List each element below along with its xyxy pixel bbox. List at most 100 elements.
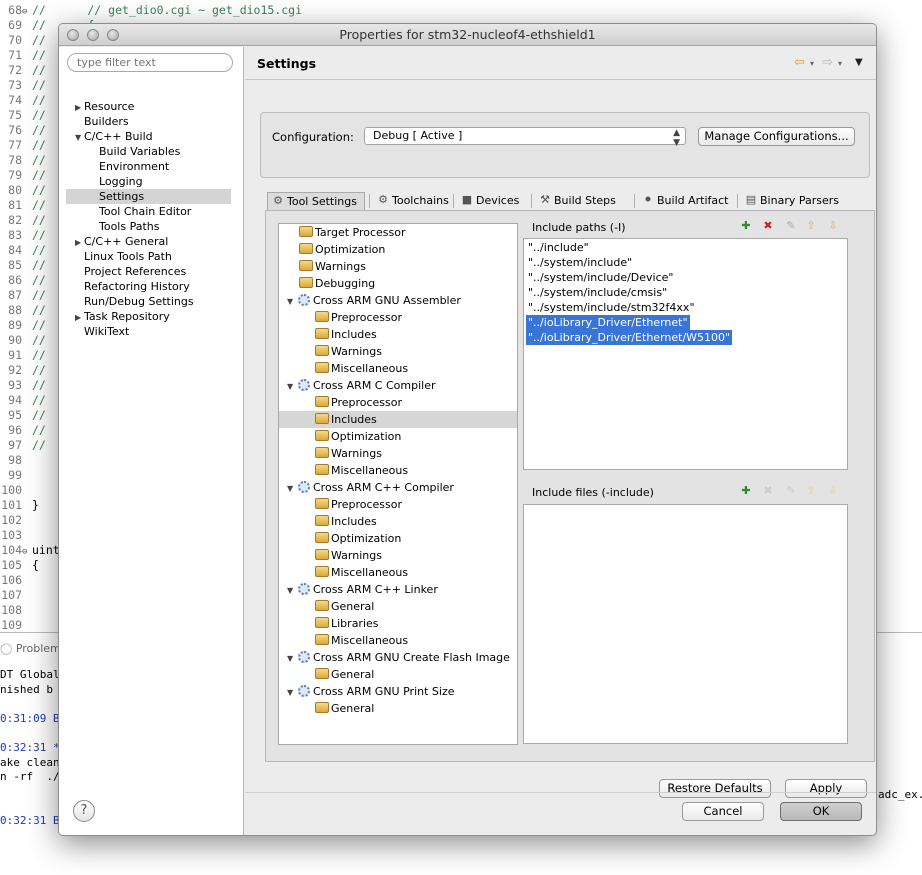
tree-item[interactable]: Includes	[315, 513, 377, 530]
tree-item[interactable]: ▼ Cross ARM GNU Create Flash Image	[287, 649, 510, 666]
add-icon[interactable]: ✚	[739, 484, 753, 498]
collapse-triangle-icon[interactable]: ▼	[287, 684, 298, 701]
manage-configurations-button[interactable]: Manage Configurations...	[698, 127, 855, 146]
tree-item-label: Includes	[331, 413, 377, 426]
tree-item[interactable]: General	[315, 598, 374, 615]
nav-item[interactable]: Run/Debug Settings	[75, 294, 194, 309]
move-up-icon[interactable]: ⇧	[804, 219, 818, 233]
move-down-icon[interactable]: ⇩	[826, 484, 840, 498]
include-path-item[interactable]: "../system/include/cmsis"	[526, 285, 669, 300]
tree-item[interactable]: Optimization	[299, 241, 385, 258]
include-path-item[interactable]: "../system/include"	[526, 255, 634, 270]
tree-item[interactable]: ▼ Cross ARM GNU Print Size	[287, 683, 455, 700]
collapse-triangle-icon[interactable]: ▼	[287, 650, 298, 667]
include-files-list[interactable]	[523, 504, 848, 744]
tree-item[interactable]: Miscellaneous	[315, 462, 408, 479]
tree-item[interactable]: Miscellaneous	[315, 360, 408, 377]
collapse-triangle-icon[interactable]: ▼	[75, 130, 84, 145]
tree-item[interactable]: Miscellaneous	[315, 632, 408, 649]
tree-item[interactable]: Warnings	[299, 258, 366, 275]
nav-item[interactable]: Environment	[99, 159, 169, 174]
tree-item[interactable]: General	[315, 700, 374, 717]
help-button[interactable]: ?	[73, 800, 95, 822]
include-path-item[interactable]: "../system/include/stm32f4xx"	[526, 300, 697, 315]
edit-icon[interactable]: ✎	[784, 219, 798, 233]
tab-binary-parsers[interactable]: ▤ Binary Parsers	[741, 192, 851, 210]
tab-toolchains[interactable]: ⚙ Toolchains	[373, 192, 453, 210]
configuration-select[interactable]: Debug [ Active ] ▲ ▼	[364, 127, 686, 148]
include-path-item[interactable]: "../system/include/Device"	[526, 270, 675, 285]
tree-item[interactable]: Libraries	[315, 615, 379, 632]
back-arrow-icon[interactable]: ⇦	[794, 55, 805, 70]
tab-separator	[634, 194, 635, 208]
nav-item[interactable]: Tools Paths	[99, 219, 160, 234]
nav-item[interactable]: Linux Tools Path	[75, 249, 172, 264]
line-number: 87	[8, 288, 22, 302]
delete-icon[interactable]: ✖	[761, 219, 775, 233]
nav-item[interactable]: ▶ Resource	[75, 99, 134, 114]
expand-triangle-icon[interactable]: ▶	[75, 100, 84, 115]
collapse-triangle-icon[interactable]: ▼	[287, 378, 298, 395]
tree-item[interactable]: Debugging	[299, 275, 375, 292]
restore-defaults-button[interactable]: Restore Defaults	[659, 779, 771, 798]
nav-item[interactable]: Settings	[66, 189, 231, 204]
tree-item[interactable]: Preprocessor	[315, 394, 402, 411]
apply-button[interactable]: Apply	[785, 779, 867, 798]
tree-item[interactable]: Optimization	[315, 530, 401, 547]
nav-item[interactable]: Builders	[75, 114, 129, 129]
edit-icon[interactable]: ✎	[784, 484, 798, 498]
include-path-item[interactable]: "../ioLibrary_Driver/Ethernet/W5100"	[526, 330, 733, 345]
nav-item[interactable]: ▼ C/C++ Build	[75, 129, 153, 144]
forward-menu-chevron-icon[interactable]: ▾	[838, 59, 842, 68]
tab-build-steps[interactable]: ⚒ Build Steps	[535, 192, 631, 210]
expand-triangle-icon[interactable]: ▶	[75, 310, 84, 325]
tab-devices[interactable]: ■ Devices	[457, 192, 525, 210]
tree-item[interactable]: Target Processor	[299, 224, 406, 241]
tree-item[interactable]: Preprocessor	[315, 309, 402, 326]
tree-item[interactable]: ▼ Cross ARM C Compiler	[287, 377, 436, 394]
include-path-item[interactable]: "../include"	[526, 240, 591, 255]
move-down-icon[interactable]: ⇩	[826, 219, 840, 233]
tree-item[interactable]: Optimization	[315, 428, 401, 445]
back-menu-chevron-icon[interactable]: ▾	[810, 59, 814, 68]
tree-item[interactable]: ▼ Cross ARM C++ Linker	[287, 581, 438, 598]
tree-item[interactable]: ▼ Cross ARM C++ Compiler	[287, 479, 454, 496]
tree-item[interactable]: Includes	[279, 411, 517, 428]
cancel-button[interactable]: Cancel	[682, 802, 764, 821]
tree-item[interactable]: Warnings	[315, 445, 382, 462]
forward-arrow-icon[interactable]: ⇨	[822, 55, 833, 70]
collapse-triangle-icon[interactable]: ▼	[287, 480, 298, 497]
folder-icon	[315, 617, 329, 628]
nav-item[interactable]: Project References	[75, 264, 186, 279]
nav-item[interactable]: Tool Chain Editor	[99, 204, 191, 219]
tree-item[interactable]: ▼ Cross ARM GNU Assembler	[287, 292, 461, 309]
tree-item[interactable]: Preprocessor	[315, 496, 402, 513]
tree-item[interactable]: Includes	[315, 326, 377, 343]
tree-item[interactable]: Miscellaneous	[315, 564, 408, 581]
nav-item[interactable]: Logging	[99, 174, 143, 189]
collapse-triangle-icon[interactable]: ▼	[287, 582, 298, 599]
nav-item[interactable]: ▶ Task Repository	[75, 309, 170, 324]
title-bar[interactable]: Properties for stm32-nucleof4-ethshield1	[59, 24, 876, 46]
tree-item[interactable]: Warnings	[315, 343, 382, 360]
tab-build-artifact[interactable]: ⚫ Build Artifact	[638, 192, 734, 210]
view-menu-icon[interactable]: ▼	[855, 57, 863, 68]
nav-item[interactable]: ▶ C/C++ General	[75, 234, 168, 249]
nav-item[interactable]: WikiText	[75, 324, 129, 339]
nav-item[interactable]: Refactoring History	[75, 279, 190, 294]
expand-triangle-icon[interactable]: ▶	[75, 235, 84, 250]
move-up-icon[interactable]: ⇧	[804, 484, 818, 498]
tab-tool-settings[interactable]: ⚙ Tool Settings	[267, 192, 365, 210]
tree-item[interactable]: General	[315, 666, 374, 683]
delete-icon[interactable]: ✖	[761, 484, 775, 498]
add-icon[interactable]: ✚	[739, 219, 753, 233]
configuration-value: Debug [ Active ]	[373, 129, 463, 142]
nav-item[interactable]: Build Variables	[99, 144, 180, 159]
ok-button[interactable]: OK	[780, 802, 862, 821]
collapse-triangle-icon[interactable]: ▼	[287, 293, 298, 310]
include-paths-list[interactable]: "../include" "../system/include" "../syste…	[523, 238, 848, 470]
filter-input[interactable]	[67, 53, 233, 72]
include-path-item[interactable]: "../ioLibrary_Driver/Ethernet"	[526, 315, 690, 330]
tree-item[interactable]: Warnings	[315, 547, 382, 564]
console-tab-problems[interactable]: ◯ Problems	[0, 642, 67, 655]
